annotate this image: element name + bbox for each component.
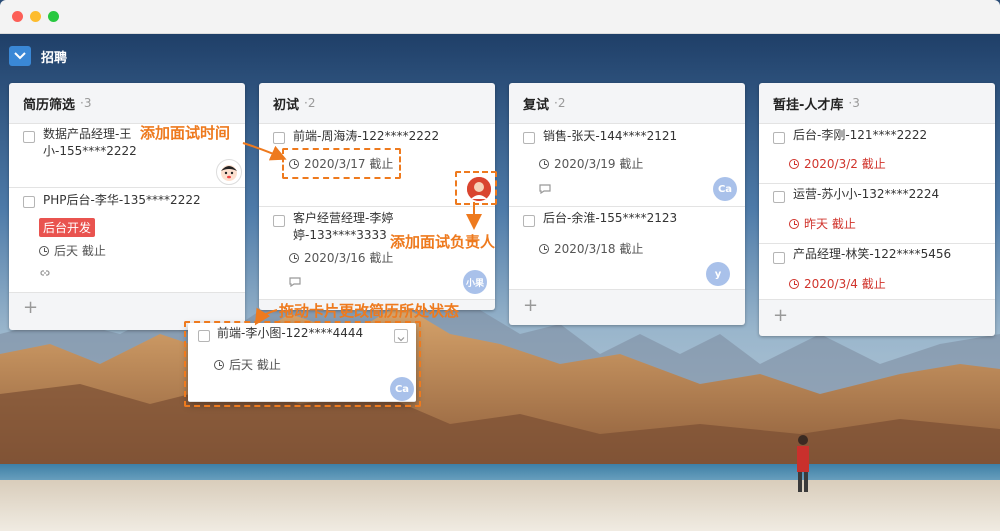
annotation-add-interview-time: 添加面试时间 [140,124,231,142]
task-due-date: 2020/3/16 截止 [289,249,393,266]
assignee-avatar[interactable]: Ca [713,177,737,201]
task-card[interactable]: 客户经营经理-李婷 婷-133****3333 2020/3/16 截止 小果 [259,207,495,300]
column-second-interview: 复试 ·2 销售-张天-144****2121 2020/3/19 截止 Ca … [509,83,745,325]
task-title: 前端-周海涛-122****2222 [293,129,440,143]
task-card[interactable]: 产品经理-林笑-122****5456 2020/3/4 截止 [759,244,995,300]
task-checkbox[interactable] [273,132,285,144]
column-title: 简历筛选 [23,97,76,113]
column-count: ·3 [848,96,860,110]
task-title: PHP后台-李华-135****2222 [43,193,201,207]
assignee-avatar[interactable]: 小果 [463,270,487,294]
task-checkbox[interactable] [773,252,785,264]
clock-icon [39,245,49,256]
task-title: 后台-余淮-155****2123 [543,211,678,225]
highlight-due-date [282,148,401,179]
minimize-window-button[interactable] [30,11,41,22]
close-window-button[interactable] [12,11,23,22]
clock-icon [789,218,799,229]
task-card[interactable]: 销售-张天-144****2121 2020/3/19 截止 Ca [509,124,745,207]
cartoon-face-icon [221,165,237,181]
task-checkbox[interactable] [773,132,785,144]
window-titlebar [0,0,1000,34]
task-due-date: 后天 截止 [39,242,106,259]
comment-icon [289,277,301,287]
column-header: 初试 ·2 [259,83,495,124]
task-checkbox[interactable] [23,196,35,208]
column-header: 简历筛选 ·3 [9,83,245,124]
task-due-date-overdue: 昨天 截止 [789,215,856,232]
clock-icon [539,243,549,254]
task-title: 客户经营经理-李婷 婷-133****3333 [293,211,394,242]
task-due-date: 2020/3/19 截止 [539,155,643,172]
maximize-window-button[interactable] [48,11,59,22]
task-checkbox[interactable] [23,131,35,143]
add-card-button[interactable]: + [523,297,538,315]
column-header: 暂挂-人才库 ·3 [759,83,995,124]
task-card[interactable]: 运营-苏小小-132****2224 昨天 截止 [759,184,995,244]
clock-icon [789,158,799,169]
project-title: 招聘 [41,50,68,66]
task-card[interactable]: 后台-李刚-121****2222 2020/3/2 截止 [759,124,995,184]
task-card[interactable]: 后台-余淮-155****2123 2020/3/18 截止 y [509,207,745,290]
task-card[interactable]: PHP后台-李华-135****2222 后台开发 后天 截止 [9,188,245,293]
column-resume-screening: 简历筛选 ·3 数据产品经理-王 小-155****2222 PHP后台-李华-… [9,83,245,330]
task-due-date-overdue: 2020/3/2 截止 [789,155,886,172]
task-title: 数据产品经理-王 小-155****2222 [43,127,137,158]
column-header: 复试 ·2 [509,83,745,124]
task-title: 产品经理-林笑-122****5456 [793,247,952,261]
task-checkbox[interactable] [523,132,535,144]
annotation-drag-card: 拖动卡片更改简历所处状态 [279,302,460,320]
column-count: ·2 [554,96,566,110]
project-header: 招聘 [9,46,67,66]
chevron-down-icon [14,52,26,60]
assignee-avatar[interactable]: y [706,262,730,286]
clock-icon [789,278,799,289]
highlight-dragged-card [184,321,421,407]
task-checkbox[interactable] [773,191,785,203]
column-title: 初试 [273,97,300,113]
task-due-date: 2020/3/18 截止 [539,240,643,257]
column-count: ·3 [80,96,92,110]
annotation-add-interviewer: 添加面试负责人 [390,233,496,251]
task-checkbox[interactable] [523,215,535,227]
comment-icon [539,184,551,194]
highlight-assignee [455,171,497,205]
column-count: ·2 [304,96,316,110]
project-dropdown-toggle[interactable] [9,46,31,66]
column-title: 暂挂-人才库 [773,97,844,113]
link-icon [40,270,50,276]
task-due-date-overdue: 2020/3/4 截止 [789,275,886,292]
column-talent-pool: 暂挂-人才库 ·3 后台-李刚-121****2222 2020/3/2 截止 … [759,83,995,336]
clock-icon [289,252,299,263]
clock-icon [539,158,549,169]
task-tag: 后台开发 [39,218,96,237]
task-checkbox[interactable] [273,215,285,227]
column-title: 复试 [523,97,550,113]
assignee-avatar[interactable] [216,159,242,185]
task-title: 运营-苏小小-132****2224 [793,187,940,201]
add-card-button[interactable]: + [23,299,38,317]
task-title: 后台-李刚-121****2222 [793,128,928,142]
task-title: 销售-张天-144****2121 [543,129,678,143]
add-card-button[interactable]: + [773,307,788,325]
